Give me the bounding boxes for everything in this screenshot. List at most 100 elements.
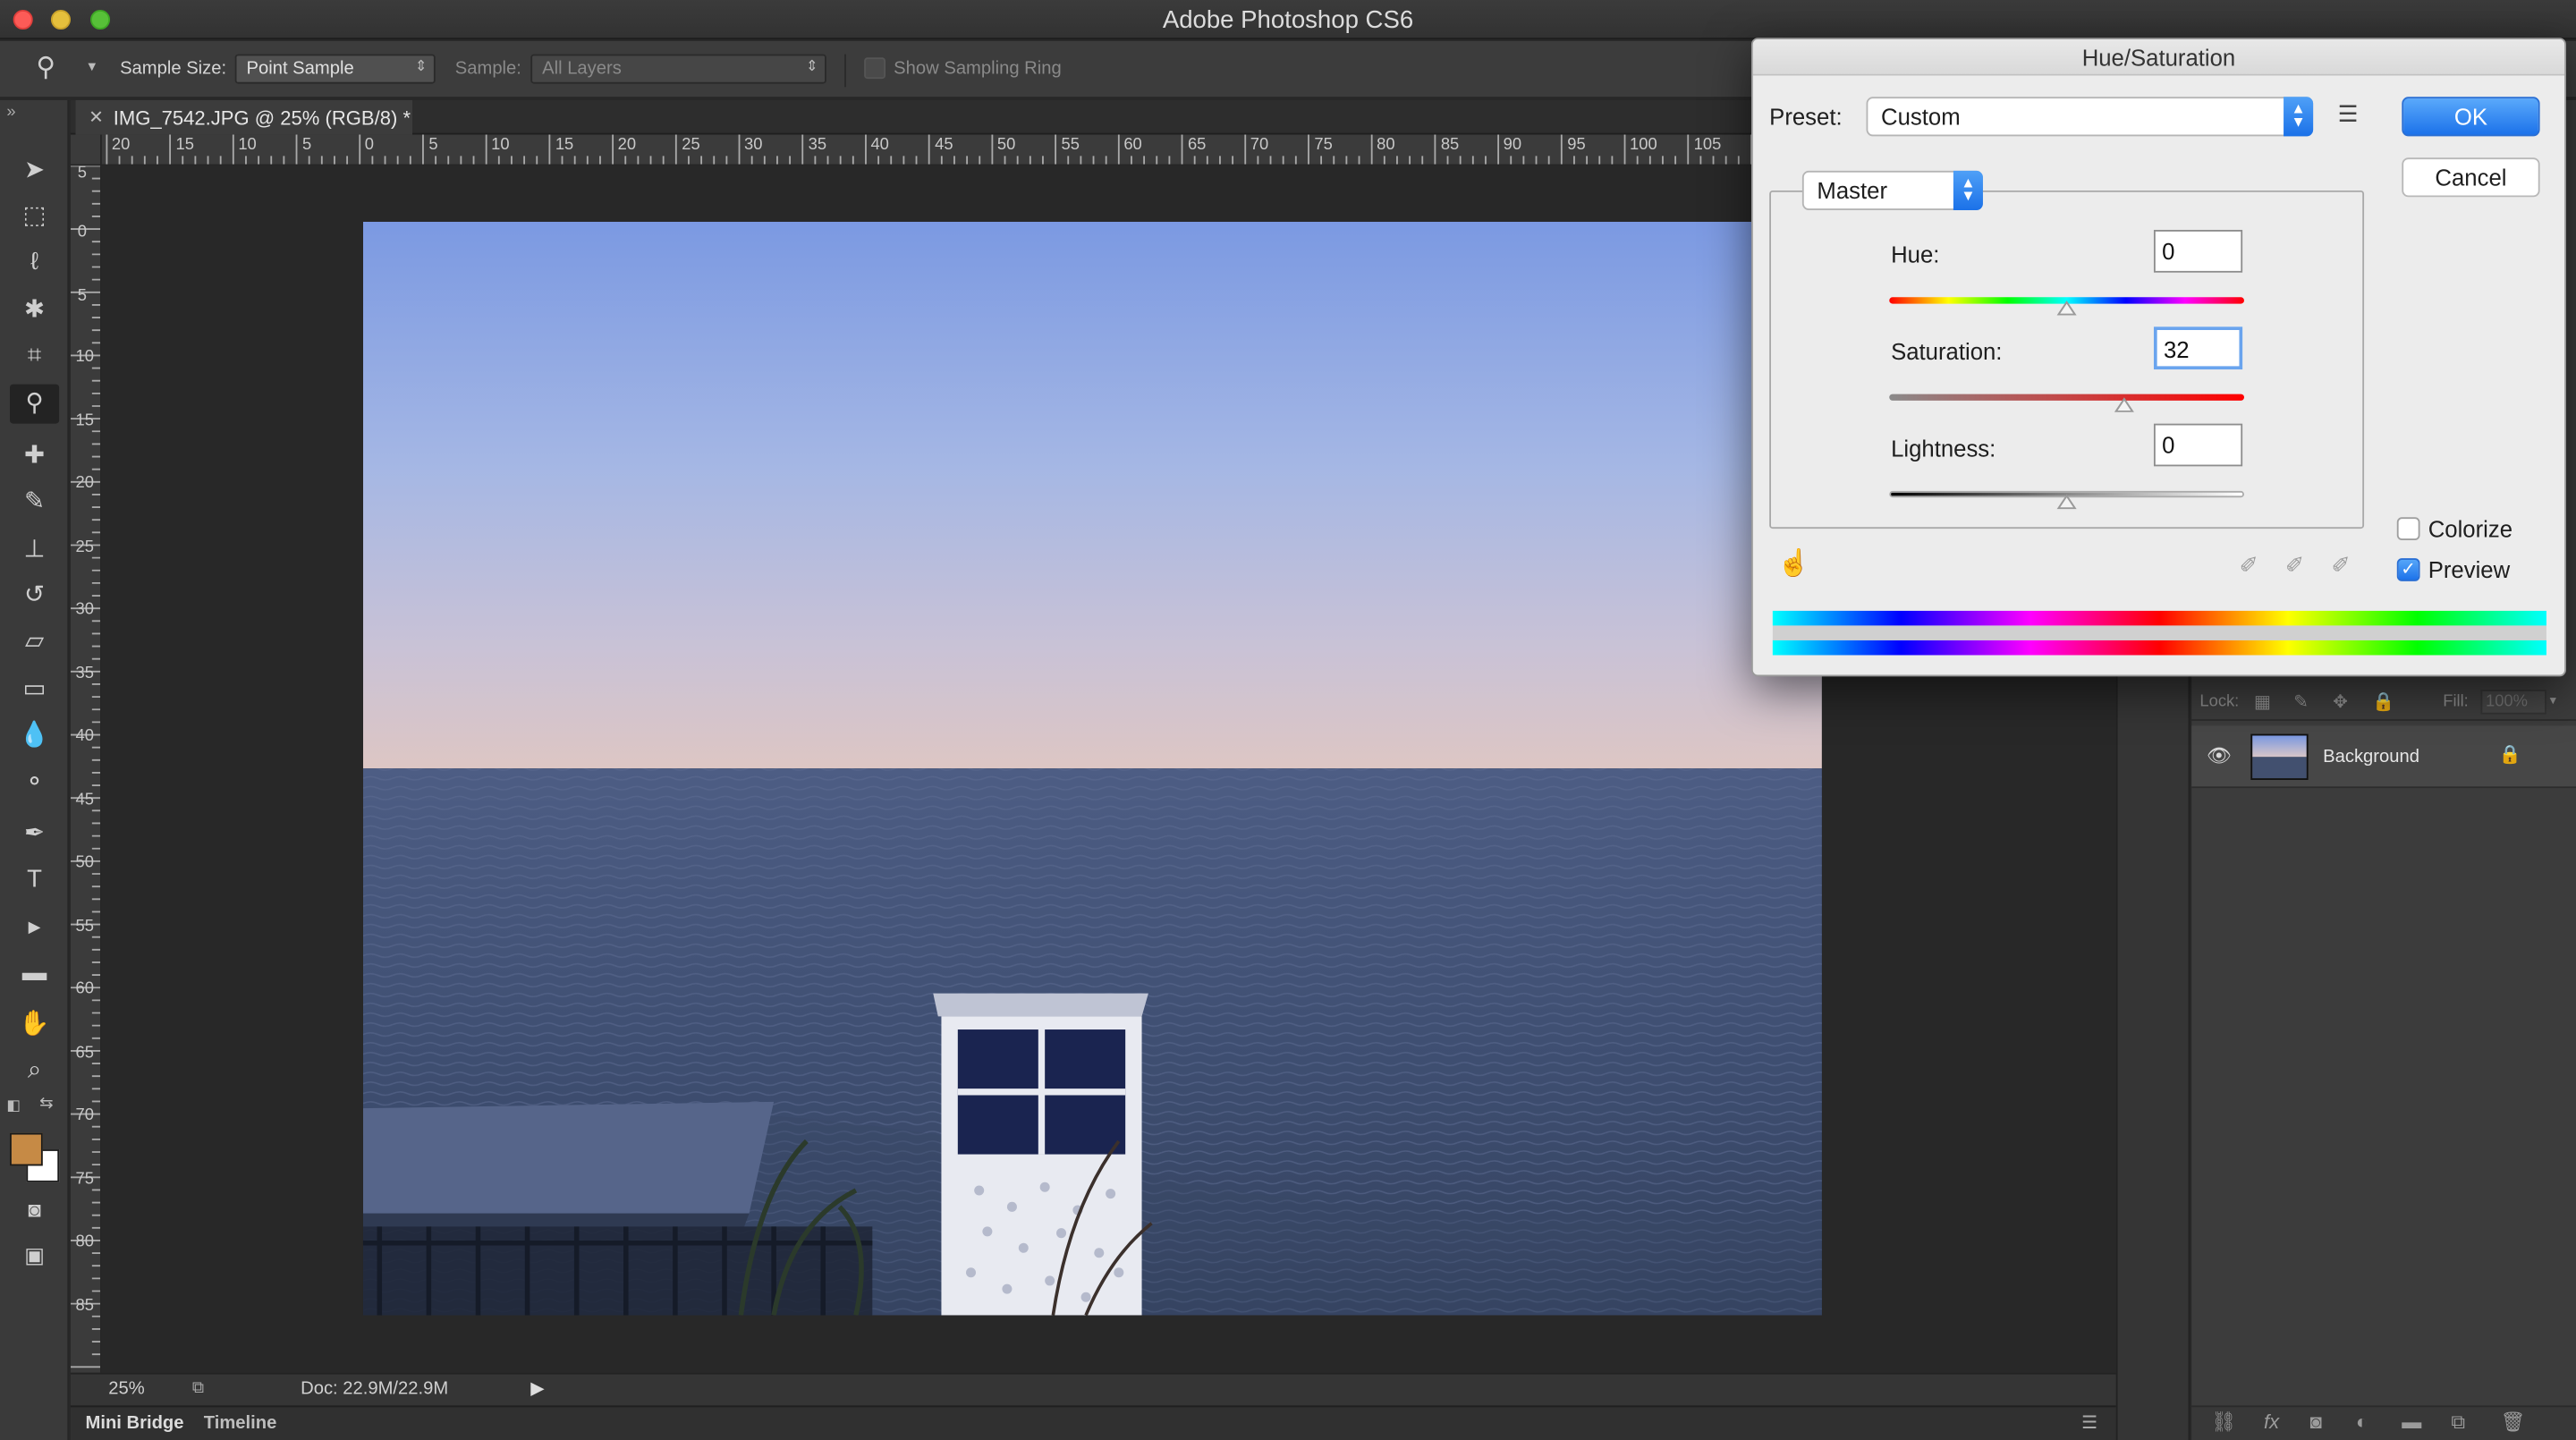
ruler-label: 95: [1567, 136, 1586, 155]
ruler-label: 45: [935, 136, 953, 155]
lock-transparent-icon[interactable]: ▦: [2254, 691, 2271, 713]
ruler-label: 75: [1314, 136, 1333, 155]
saturation-input[interactable]: 32: [2153, 326, 2243, 370]
foreground-color-swatch[interactable]: [10, 1132, 43, 1166]
vertical-ruler[interactable]: 5 0 5 10 15 20 25 30 35 40 45 50 55 60 6…: [70, 165, 102, 1373]
targeted-adjustment-hand-icon[interactable]: ☝: [1777, 546, 1810, 580]
adjustment-layer-icon[interactable]: ◐: [2356, 1410, 2368, 1434]
ruler-label: 80: [75, 1232, 94, 1251]
brush-icon[interactable]: ✎: [10, 483, 59, 522]
marquee-icon[interactable]: ⬚: [10, 197, 59, 236]
status-menu-arrow-icon[interactable]: ▶: [530, 1377, 545, 1399]
ruler-label: 20: [617, 136, 637, 155]
layer-row-background[interactable]: 👁 Background 🔒: [2191, 725, 2576, 789]
dodge-icon[interactable]: ⚬: [10, 764, 59, 803]
ruler-label: 10: [491, 136, 510, 155]
collapse-panel-icon[interactable]: »: [6, 104, 15, 122]
ruler-label: 15: [175, 136, 194, 155]
lock-position-icon[interactable]: ✥: [2333, 691, 2348, 713]
saturation-slider-thumb[interactable]: [2114, 397, 2134, 412]
color-range-slider[interactable]: [1772, 625, 2546, 640]
layer-thumbnail: [2250, 733, 2309, 781]
clone-stamp-icon[interactable]: ⊥: [10, 530, 59, 570]
lock-all-icon[interactable]: 🔒: [2372, 691, 2394, 713]
fill-dropdown-icon[interactable]: ▾: [2550, 693, 2556, 708]
status-proof-icon[interactable]: ⧉: [192, 1379, 204, 1397]
magic-wand-icon[interactable]: ✱: [10, 291, 59, 330]
preset-label: Preset:: [1769, 103, 1843, 131]
preview-checkbox[interactable]: ✓: [2396, 558, 2420, 581]
preset-options-icon[interactable]: ☰: [2338, 100, 2359, 128]
subtract-from-sample-eyedropper-icon[interactable]: ✐: [2331, 552, 2351, 580]
history-brush-icon[interactable]: ↺: [10, 576, 59, 615]
layer-visibility-eye-icon[interactable]: 👁: [2207, 744, 2232, 767]
bottom-panel-tabs: Mini Bridge Timeline ☰: [70, 1405, 2124, 1440]
close-tab-icon[interactable]: ✕: [89, 106, 104, 128]
link-layers-icon[interactable]: ⛓: [2211, 1410, 2236, 1434]
saturation-label: Saturation:: [1891, 338, 2003, 365]
show-sampling-ring-checkbox[interactable]: [864, 57, 886, 80]
lock-image-icon[interactable]: ✎: [2293, 691, 2309, 713]
move-icon[interactable]: ➤: [10, 151, 59, 191]
eyedropper-preset-icon[interactable]: ⚲: [36, 51, 55, 84]
colorize-checkbox[interactable]: [2396, 517, 2420, 540]
pen-icon[interactable]: ✒: [10, 815, 59, 854]
sample-size-value: Point Sample: [246, 59, 354, 80]
quick-mask-icon[interactable]: ◙: [10, 1190, 59, 1230]
saturation-slider-track[interactable]: [1889, 394, 2244, 401]
healing-brush-icon[interactable]: ✚: [10, 436, 59, 476]
hue-input[interactable]: 0: [2153, 230, 2243, 273]
preset-dropdown-icon[interactable]: ▼: [86, 59, 99, 74]
ruler-label: 25: [682, 136, 700, 155]
lock-row: Lock: ▦ ✎ ✥ 🔒 Fill: 100% ▾: [2191, 685, 2576, 721]
add-mask-icon[interactable]: ◙: [2309, 1410, 2321, 1434]
hue-slider-thumb[interactable]: [2056, 300, 2077, 316]
default-colors-icon[interactable]: ◧: [6, 1097, 21, 1114]
sample-select[interactable]: All Layers ⇕: [530, 54, 826, 84]
type-icon[interactable]: T: [10, 860, 59, 900]
ruler-origin[interactable]: [70, 134, 102, 166]
sample-value: All Layers: [542, 59, 622, 80]
preview-label: Preview: [2428, 556, 2511, 583]
preset-select[interactable]: Custom ▲ ▼: [1866, 97, 2314, 137]
crop-icon[interactable]: ⌗: [10, 336, 59, 376]
eyedropper-icon[interactable]: ✐: [2239, 552, 2258, 580]
swap-colors-icon[interactable]: ⇆: [39, 1095, 53, 1113]
delete-layer-icon[interactable]: 🗑: [2501, 1410, 2526, 1434]
ruler-label: 80: [1377, 136, 1395, 155]
timeline-tab[interactable]: Timeline: [204, 1414, 277, 1434]
screen-mode-icon[interactable]: ▣: [10, 1236, 59, 1275]
zoom-level[interactable]: 25%: [108, 1379, 144, 1399]
ruler-label: 85: [1440, 136, 1460, 155]
sample-size-select[interactable]: Point Sample ⇕: [234, 54, 436, 84]
vertical-ruler-ticks: [70, 165, 101, 1368]
rectangle-icon[interactable]: ▬: [10, 954, 59, 994]
eraser-icon[interactable]: ▱: [10, 623, 59, 662]
ruler-label: 60: [1123, 136, 1142, 155]
zoom-icon[interactable]: ⌕: [10, 1051, 59, 1090]
ruler-label: 0: [364, 136, 374, 155]
lightness-label: Lightness:: [1891, 435, 1996, 462]
blur-icon[interactable]: 💧: [10, 716, 59, 755]
new-group-icon[interactable]: ▬: [2402, 1410, 2421, 1434]
path-selection-icon[interactable]: ▸: [10, 908, 59, 947]
document-image[interactable]: [362, 221, 1822, 1316]
status-bar: 25% ⧉ Doc: 22.9M/22.9M ▶: [70, 1372, 2124, 1406]
lightness-slider-thumb[interactable]: [2056, 494, 2077, 510]
fill-value[interactable]: 100%: [2480, 690, 2546, 715]
ok-button[interactable]: OK: [2402, 97, 2540, 137]
gradient-icon[interactable]: ▭: [10, 670, 59, 709]
layer-style-fx-icon[interactable]: fx: [2264, 1410, 2279, 1434]
lasso-icon[interactable]: ℓ: [10, 243, 59, 283]
hand-icon[interactable]: ✋: [10, 1005, 59, 1045]
document-tab[interactable]: ✕ IMG_7542.JPG @ 25% (RGB/8) *: [75, 99, 413, 135]
cancel-button[interactable]: Cancel: [2402, 157, 2540, 198]
eyedropper-icon[interactable]: ⚲: [10, 384, 60, 424]
ruler-label: 5: [301, 136, 312, 155]
channel-select[interactable]: Master ▲ ▼: [1801, 170, 1983, 210]
mini-bridge-tab[interactable]: Mini Bridge: [86, 1414, 184, 1434]
new-layer-icon[interactable]: ⧉: [2451, 1410, 2465, 1436]
lightness-input[interactable]: 0: [2153, 423, 2243, 467]
add-to-sample-eyedropper-icon[interactable]: ✐: [2285, 552, 2305, 580]
panel-menu-icon[interactable]: ☰: [2081, 1412, 2097, 1434]
